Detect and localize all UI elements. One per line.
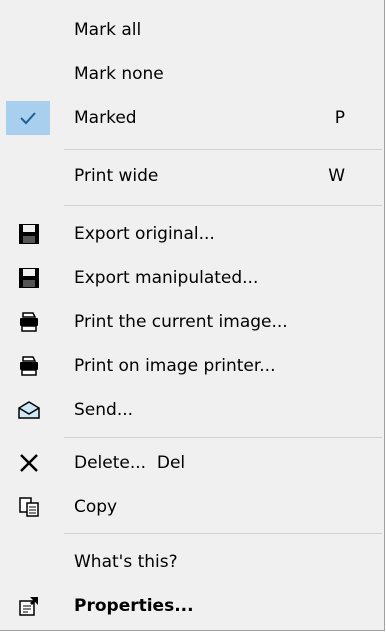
menu-item-label: Mark all xyxy=(74,20,142,40)
context-menu: Mark all Mark none Marked P Print wide W… xyxy=(0,0,385,631)
menu-item-properties[interactable]: Properties... xyxy=(4,584,380,628)
menu-separator xyxy=(64,205,382,206)
menu-item-label: Marked xyxy=(74,108,137,128)
menu-separator xyxy=(64,149,382,150)
copy-icon xyxy=(18,496,40,518)
menu-item-delete[interactable]: Delete... Del xyxy=(4,441,380,485)
menu-item-label: Send... xyxy=(74,400,134,420)
menu-item-print-current[interactable]: Print the current image... xyxy=(4,300,380,344)
menu-item-label: Export original... xyxy=(74,224,215,244)
menu-item-label: What's this? xyxy=(74,552,178,572)
floppy-disk-icon xyxy=(18,267,40,289)
menu-item-export-manipulated[interactable]: Export manipulated... xyxy=(4,256,380,300)
menu-item-whats-this[interactable]: What's this? xyxy=(4,540,380,584)
menu-item-marked[interactable]: Marked P xyxy=(4,96,380,140)
menu-item-mark-none[interactable]: Mark none xyxy=(4,52,380,96)
checkmark-icon xyxy=(6,101,50,135)
menu-item-label: Properties... xyxy=(74,596,194,616)
menu-item-label: Print on image printer... xyxy=(74,356,276,376)
menu-item-shortcut: P xyxy=(334,108,345,128)
envelope-icon xyxy=(18,399,40,421)
printer-icon xyxy=(18,311,40,333)
menu-item-print-image-printer[interactable]: Print on image printer... xyxy=(4,344,380,388)
menu-item-shortcut: W xyxy=(328,166,345,186)
menu-item-export-original[interactable]: Export original... xyxy=(4,212,380,256)
menu-item-label: Print the current image... xyxy=(74,312,288,332)
menu-item-label: Export manipulated... xyxy=(74,268,259,288)
menu-item-mark-all[interactable]: Mark all xyxy=(4,8,380,52)
x-delete-icon xyxy=(18,452,40,474)
menu-item-label: Copy xyxy=(74,497,118,517)
properties-icon xyxy=(18,595,40,617)
menu-item-label: Mark none xyxy=(74,64,164,84)
menu-item-copy[interactable]: Copy xyxy=(4,485,380,529)
floppy-disk-icon xyxy=(18,223,40,245)
menu-item-print-wide[interactable]: Print wide W xyxy=(4,154,380,198)
menu-item-send[interactable]: Send... xyxy=(4,388,380,432)
printer-icon xyxy=(18,355,40,377)
menu-separator xyxy=(64,533,382,534)
menu-item-label: Print wide xyxy=(74,166,159,186)
menu-item-label: Delete... Del xyxy=(74,453,186,473)
menu-separator xyxy=(64,437,382,438)
